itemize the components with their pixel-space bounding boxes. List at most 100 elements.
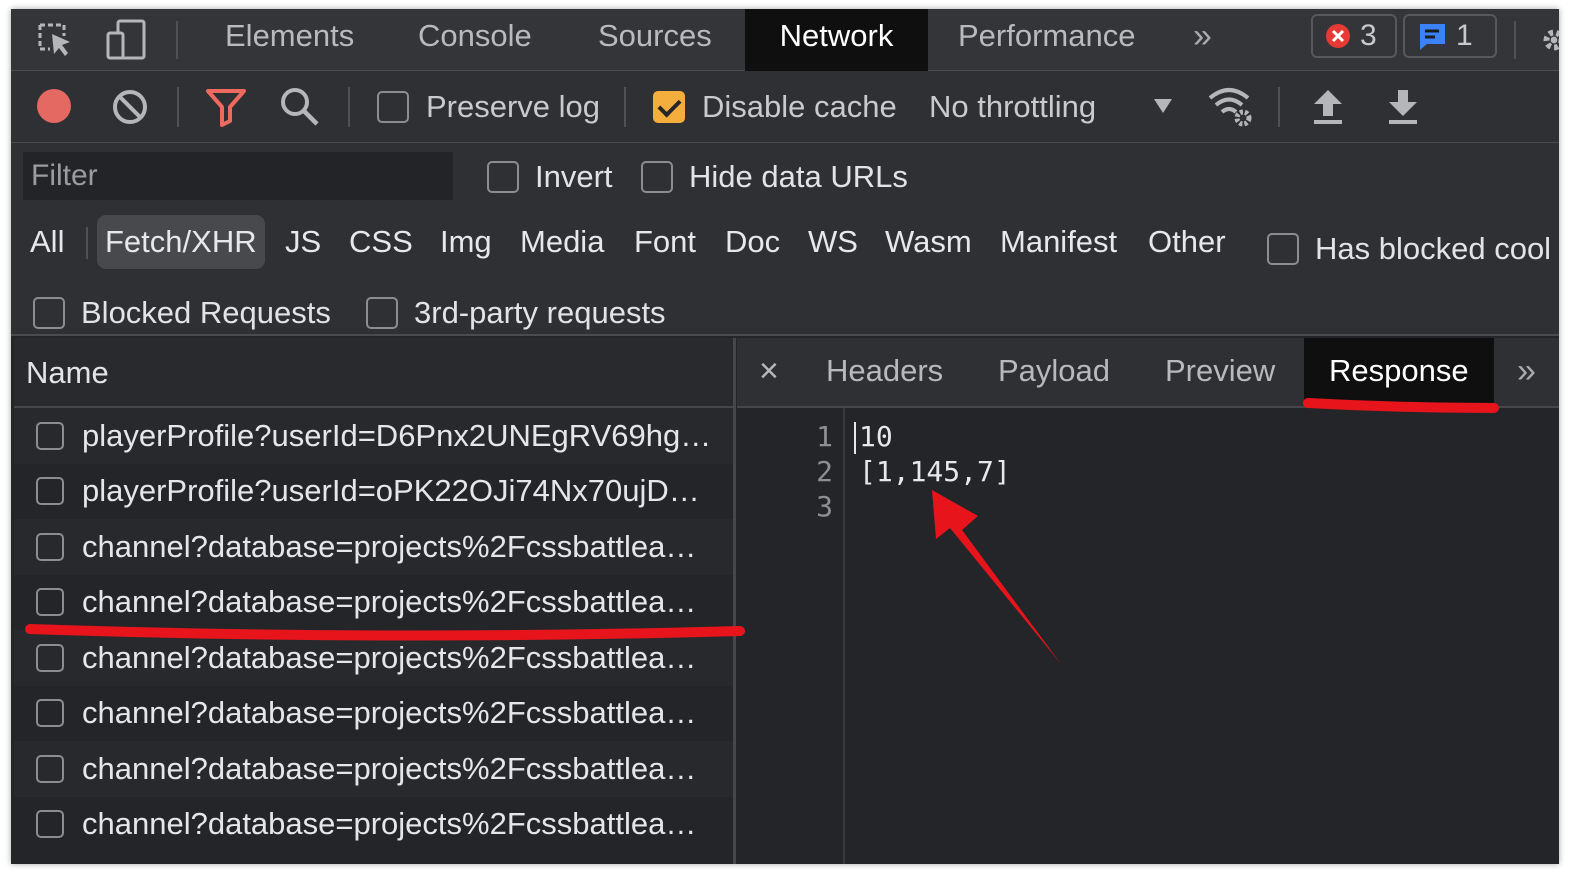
tab-bar-divider: [1514, 21, 1516, 59]
request-row[interactable]: playerProfile?userId=oPK22OJi74Nx70ujD…: [14, 464, 733, 520]
filter-input[interactable]: [23, 152, 453, 200]
row-checkbox[interactable]: [36, 532, 64, 561]
type-css[interactable]: CSS: [341, 215, 421, 269]
errors-badge[interactable]: 3: [1311, 14, 1397, 58]
response-line: 10: [859, 420, 893, 453]
request-name: channel?database=projects%2Fcssbattlea…: [82, 639, 697, 675]
request-row[interactable]: channel?database=projects%2Fcssbattlea…: [14, 519, 733, 575]
error-icon: [1325, 23, 1351, 49]
message-icon: [1417, 21, 1447, 51]
type-font[interactable]: Font: [626, 215, 704, 269]
tab-performance[interactable]: Performance: [958, 9, 1135, 71]
record-icon[interactable]: [35, 87, 73, 125]
request-name: playerProfile?userId=oPK22OJi74Nx70ujD…: [82, 473, 700, 509]
row-checkbox[interactable]: [36, 643, 64, 672]
device-toolbar-icon[interactable]: [103, 15, 151, 65]
tab-sources[interactable]: Sources: [598, 9, 712, 71]
more-tabs-icon[interactable]: »: [1193, 9, 1212, 71]
settings-icon[interactable]: [1539, 15, 1559, 65]
tab-preview[interactable]: Preview: [1165, 338, 1275, 406]
row-checkbox[interactable]: [36, 754, 64, 783]
clear-icon[interactable]: [111, 88, 149, 126]
tab-bar-divider: [176, 21, 178, 59]
toolbar-divider: [1278, 87, 1280, 127]
type-ws[interactable]: WS: [800, 215, 866, 269]
type-fetch-xhr[interactable]: Fetch/XHR: [97, 215, 265, 269]
blocked-requests-box[interactable]: [33, 297, 65, 329]
type-manifest[interactable]: Manifest: [992, 215, 1125, 269]
hide-data-urls-label: Hide data URLs: [689, 159, 908, 194]
request-row[interactable]: channel?database=projects%2Fcssbattlea…: [14, 575, 733, 631]
row-checkbox[interactable]: [36, 477, 64, 506]
type-img[interactable]: Img: [432, 215, 500, 269]
request-row[interactable]: channel?database=projects%2Fcssbattlea…: [14, 797, 733, 853]
type-media[interactable]: Media: [512, 215, 612, 269]
blocked-requests-checkbox[interactable]: Blocked Requests: [33, 295, 331, 331]
type-wasm[interactable]: Wasm: [877, 215, 980, 269]
messages-badge[interactable]: 1: [1403, 14, 1497, 58]
line-number-gutter: 1 2 3: [737, 408, 845, 864]
hide-data-urls-box[interactable]: [641, 161, 673, 193]
request-name: playerProfile?userId=D6Pnx2UNEgRV69hg…: [82, 417, 712, 453]
request-rows: playerProfile?userId=D6Pnx2UNEgRV69hg… pl…: [14, 408, 733, 852]
request-name: channel?database=projects%2Fcssbattlea…: [82, 528, 697, 564]
third-party-label: 3rd-party requests: [414, 295, 666, 330]
detail-tab-bar: × Headers Payload Preview Response »: [737, 338, 1559, 408]
inspect-element-icon[interactable]: [33, 15, 77, 65]
request-name: channel?database=projects%2Fcssbattlea…: [82, 806, 697, 842]
row-checkbox[interactable]: [36, 699, 64, 728]
hide-data-urls-checkbox[interactable]: Hide data URLs: [641, 159, 908, 195]
type-other[interactable]: Other: [1140, 215, 1234, 269]
tab-elements[interactable]: Elements: [225, 9, 354, 71]
request-row[interactable]: channel?database=projects%2Fcssbattlea…: [14, 741, 733, 797]
request-row[interactable]: playerProfile?userId=D6Pnx2UNEgRV69hg…: [14, 408, 733, 464]
tab-headers[interactable]: Headers: [826, 338, 943, 406]
network-conditions-icon[interactable]: [1207, 86, 1255, 128]
request-detail-panel: × Headers Payload Preview Response » 1 2…: [737, 338, 1559, 864]
preserve-log-box[interactable]: [377, 91, 409, 123]
disable-cache-label: Disable cache: [702, 89, 897, 124]
type-doc[interactable]: Doc: [717, 215, 788, 269]
invert-box[interactable]: [487, 161, 519, 193]
disable-cache-checkbox[interactable]: Disable cache: [653, 89, 897, 125]
tab-response[interactable]: Response: [1304, 338, 1494, 406]
disable-cache-box[interactable]: [653, 91, 685, 123]
export-har-icon[interactable]: [1386, 86, 1420, 126]
third-party-checkbox[interactable]: 3rd-party requests: [366, 295, 666, 331]
import-har-icon[interactable]: [1311, 86, 1345, 126]
dropdown-arrow-icon[interactable]: [1152, 97, 1174, 115]
preserve-log-label: Preserve log: [426, 89, 601, 124]
request-name: channel?database=projects%2Fcssbattlea…: [82, 695, 697, 731]
tab-console[interactable]: Console: [418, 9, 532, 71]
row-checkbox[interactable]: [36, 588, 64, 617]
type-js[interactable]: JS: [277, 215, 329, 269]
third-party-box[interactable]: [366, 297, 398, 329]
line-number: 1: [816, 420, 833, 453]
response-line: [1,145,7]: [859, 455, 1011, 488]
line-number: 2: [816, 455, 833, 488]
blocked-requests-label: Blocked Requests: [81, 295, 331, 330]
type-all[interactable]: All: [22, 215, 72, 269]
type-divider: [86, 227, 88, 259]
request-row[interactable]: channel?database=projects%2Fcssbattlea…: [14, 630, 733, 686]
row-checkbox[interactable]: [36, 810, 64, 839]
line-number: 3: [816, 490, 833, 523]
throttling-value: No throttling: [929, 89, 1097, 124]
response-viewer[interactable]: 1 2 3 10 [1,145,7]: [737, 408, 1559, 864]
has-blocked-cookies-checkbox[interactable]: Has blocked cool: [1267, 231, 1551, 267]
text-cursor: [854, 422, 856, 454]
preserve-log-checkbox[interactable]: Preserve log: [377, 89, 600, 125]
request-row[interactable]: channel?database=projects%2Fcssbattlea…: [14, 686, 733, 742]
request-list: Name playerProfile?userId=D6Pnx2UNEgRV69…: [14, 338, 736, 864]
tab-network[interactable]: Network: [745, 9, 928, 71]
more-detail-tabs-icon[interactable]: »: [1517, 338, 1536, 406]
has-blocked-cookies-box[interactable]: [1267, 233, 1299, 265]
invert-checkbox[interactable]: Invert: [487, 159, 613, 195]
throttling-select[interactable]: No throttling: [929, 89, 1096, 125]
search-icon[interactable]: [279, 86, 321, 128]
name-column-header[interactable]: Name: [14, 338, 733, 408]
row-checkbox[interactable]: [36, 421, 64, 450]
tab-payload[interactable]: Payload: [998, 338, 1110, 406]
close-icon[interactable]: ×: [759, 338, 779, 406]
filter-icon[interactable]: [205, 87, 247, 127]
